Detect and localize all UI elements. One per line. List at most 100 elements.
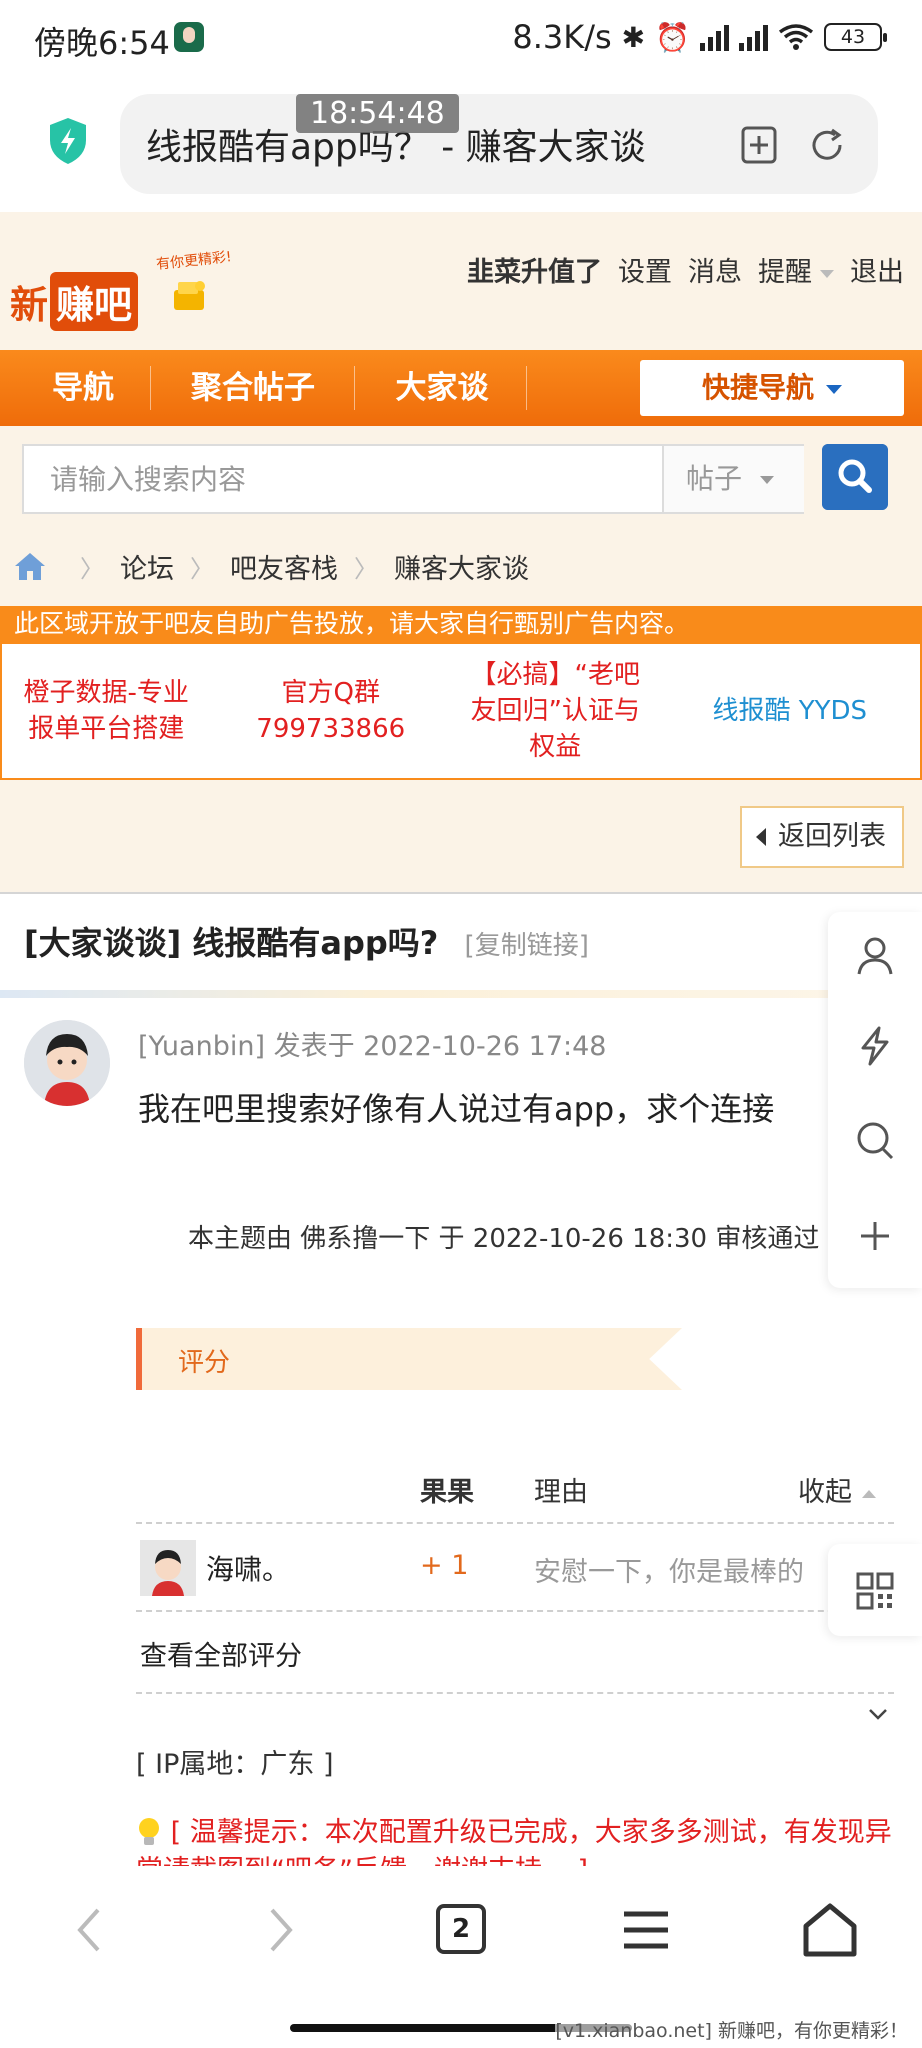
logo-text-new: 新	[10, 283, 49, 327]
search-icon[interactable]	[853, 1118, 897, 1162]
breadcrumb-item-forum[interactable]: 论坛	[120, 547, 174, 586]
rating-header-label: 评分	[178, 1348, 231, 1378]
nav-item-discussion[interactable]: 大家谈	[364, 350, 520, 426]
rating-reason: 安慰一下，你是最棒的	[534, 1557, 804, 1588]
logout-link[interactable]: 退出	[850, 250, 904, 289]
lightning-icon[interactable]	[853, 1024, 897, 1068]
breadcrumb-separator: 〉	[80, 554, 104, 583]
home-icon[interactable]	[802, 1902, 858, 1958]
security-shield-icon[interactable]	[46, 116, 90, 166]
rating-col-score: 果果	[420, 1477, 474, 1508]
lightbulb-icon	[136, 1817, 162, 1847]
system-tip-text: [ 温馨提示：本次配置升级已完成，大家多多测试，有发现异常请截图到“吧务”反馈，…	[136, 1817, 892, 1870]
menu-icon[interactable]	[618, 1902, 674, 1958]
address-bar[interactable]: 线报酷有app吗？ - 赚客大家谈	[120, 94, 878, 194]
search-button[interactable]	[822, 444, 888, 510]
rater-avatar[interactable]	[140, 1540, 196, 1596]
breadcrumb-item-inn[interactable]: 吧友客栈	[230, 547, 338, 586]
qr-code-button[interactable]	[828, 1544, 922, 1636]
rating-col-reason: 理由	[534, 1477, 588, 1508]
screenshot-time-overlay: 18:54:48	[296, 94, 459, 133]
back-to-list-button[interactable]: 返回列表	[740, 806, 904, 868]
search-scope-select[interactable]: 帖子	[662, 446, 804, 512]
chevron-down-icon	[760, 476, 775, 484]
logo-slogan: 有你更精彩!	[155, 249, 233, 273]
status-time: 傍晚6:54	[34, 24, 170, 62]
battery-icon: 43	[824, 23, 887, 51]
nav-divider	[526, 366, 527, 410]
username-link[interactable]: 韭菜升值了	[467, 250, 602, 289]
rating-header: 评分	[136, 1328, 682, 1390]
chevron-down-icon	[820, 269, 834, 278]
site-logo[interactable]: 新 赚吧	[10, 272, 139, 331]
ip-location: [ IP属地：广东 ]	[136, 1749, 334, 1780]
signal-hd-icon	[739, 23, 768, 51]
logo-text-brand: 赚吧	[50, 272, 139, 331]
breadcrumb-separator: 〉	[190, 554, 214, 583]
bluetooth-icon: ✱	[621, 20, 646, 54]
tab-switcher-button[interactable]: 2	[436, 1904, 486, 1954]
nav-divider	[150, 366, 151, 410]
ad-link-returning-users[interactable]: 【必搞】“老吧友回归”认证与权益	[451, 644, 660, 778]
home-icon[interactable]	[12, 550, 48, 582]
status-indicators: 8.3K/s ✱ ⏰ 43	[512, 18, 887, 56]
plus-icon[interactable]	[853, 1214, 897, 1258]
rating-divider	[136, 1522, 894, 1524]
nav-item-aggregated-posts[interactable]: 聚合帖子	[160, 350, 346, 426]
post-title: [大家谈谈] 线报酷有app吗?	[24, 924, 439, 962]
ad-link-xianbaoku[interactable]: 线报酷 YYDS	[660, 644, 921, 778]
messages-link[interactable]: 消息	[688, 250, 742, 289]
chevron-up-icon	[862, 1489, 876, 1498]
title-divider	[0, 990, 922, 998]
user-nav: 韭菜升值了 设置 消息 提醒 退出	[467, 250, 904, 289]
net-speed: 8.3K/s	[512, 18, 612, 56]
main-nav: 导航 聚合帖子 大家谈 快捷导航	[0, 350, 922, 426]
audit-note: 本主题由 佛系撸一下 于 2022-10-26 18:30 审核通过	[188, 1224, 820, 1254]
alarm-icon: ⏰	[655, 20, 690, 54]
ad-grid: 橙子数据-专业报单平台搭建 官方Q群 799733866 【必搞】“老吧友回归”…	[0, 642, 922, 780]
wifi-icon	[778, 24, 814, 50]
ad-link-qq-group[interactable]: 官方Q群 799733866	[211, 644, 452, 778]
view-all-ratings-link[interactable]: 查看全部评分	[140, 1634, 302, 1673]
post-body: 我在吧里搜索好像有人说过有app，求个连接	[138, 1090, 775, 1128]
nav-item-guide[interactable]: 导航	[28, 350, 138, 426]
browser-address-row: 线报酷有app吗？ - 赚客大家谈 18:54:48	[0, 80, 922, 212]
author-avatar[interactable]	[24, 1020, 110, 1106]
rating-collapse-toggle[interactable]: 收起	[798, 1470, 876, 1509]
chevron-down-icon[interactable]	[868, 1708, 888, 1720]
breadcrumb-separator: 〉	[354, 554, 378, 583]
breadcrumb: 〉 论坛 〉 吧友客栈 〉 赚客大家谈	[0, 526, 922, 606]
settings-link[interactable]: 设置	[618, 250, 672, 289]
floating-toolbar	[828, 912, 922, 1288]
ad-link-orange-data[interactable]: 橙子数据-专业报单平台搭建	[2, 644, 211, 778]
back-row: 返回列表	[0, 780, 922, 894]
quick-nav-label: 快捷导航	[701, 371, 814, 404]
search-input[interactable]	[24, 446, 662, 512]
site-header: 新 赚吧 有你更精彩! 韭菜升值了 设置 消息 提醒 退出	[0, 212, 922, 350]
quick-nav-button[interactable]: 快捷导航	[640, 360, 904, 416]
rating-divider	[136, 1692, 894, 1694]
qr-code-icon	[856, 1572, 894, 1610]
status-bar: 傍晚6:54 8.3K/s ✱ ⏰ 43	[0, 0, 922, 80]
ad-notice-banner: 此区域开放于吧友自助广告投放，请大家自行甄别广告内容。	[0, 606, 922, 642]
breadcrumb-item-board[interactable]: 赚客大家谈	[394, 547, 529, 586]
rating-divider	[136, 1610, 894, 1612]
search-box: 帖子	[22, 444, 804, 514]
forward-arrow-icon[interactable]	[250, 1902, 306, 1958]
post-meta: [Yuanbin] 发表于 2022-10-26 17:48	[138, 1031, 607, 1062]
add-bookmark-icon[interactable]	[738, 124, 780, 166]
search-scope-label: 帖子	[686, 462, 743, 495]
nav-divider	[354, 366, 355, 410]
post-title-row: [大家谈谈] 线报酷有app吗? [复制链接]	[24, 918, 589, 964]
rating-collapse-label: 收起	[798, 1477, 852, 1508]
copy-link-button[interactable]: [复制链接]	[465, 931, 589, 961]
rater-name[interactable]: 海啸。	[206, 1548, 290, 1588]
reload-icon[interactable]	[806, 124, 848, 166]
signal-hd-icon	[700, 23, 729, 51]
user-icon[interactable]	[853, 934, 897, 978]
chevron-down-icon	[826, 384, 842, 394]
reminders-link[interactable]: 提醒	[758, 250, 834, 289]
rating-score: + 1	[420, 1550, 469, 1581]
browser-bottom-bar: 2 [v1.xianbao.net] 新赚吧，有你更精彩！	[0, 1866, 922, 2048]
back-arrow-icon[interactable]	[64, 1902, 120, 1958]
